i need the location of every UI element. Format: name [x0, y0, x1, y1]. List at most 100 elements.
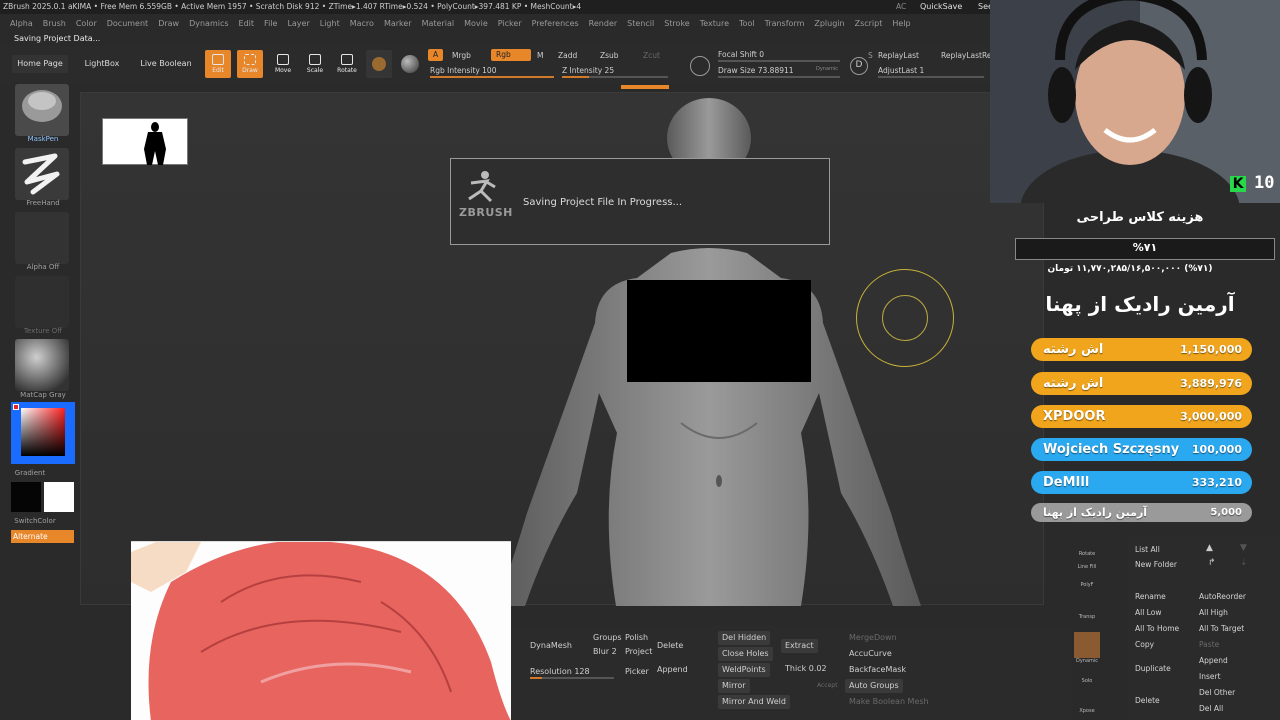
- del-all-button[interactable]: Del All: [1199, 704, 1223, 713]
- polish-toggle[interactable]: Polish: [625, 633, 648, 642]
- alpha-thumbnail[interactable]: [15, 212, 69, 264]
- secondary-color-swatch[interactable]: [11, 482, 41, 512]
- paste-button[interactable]: Paste: [1199, 640, 1219, 649]
- zcut-toggle[interactable]: Zcut: [643, 51, 660, 60]
- menu-draw[interactable]: Draw: [158, 16, 179, 31]
- append-button[interactable]: Append: [657, 665, 688, 674]
- rename-button[interactable]: Rename: [1135, 592, 1166, 601]
- menu-color[interactable]: Color: [76, 16, 97, 31]
- project-toggle[interactable]: Project: [625, 647, 652, 656]
- material-swatch[interactable]: [366, 50, 392, 78]
- m-toggle[interactable]: M: [537, 51, 543, 60]
- replaylastrel-button[interactable]: ReplayLastRel: [941, 51, 994, 60]
- del-other-button[interactable]: Del Other: [1199, 688, 1235, 697]
- move-folder-icon[interactable]: ↱: [1208, 558, 1216, 568]
- edit-mode-button[interactable]: Edit: [205, 50, 231, 78]
- dynamic-persp-button[interactable]: [1074, 632, 1100, 658]
- arrow-down-icon[interactable]: ▼: [1240, 543, 1247, 553]
- menu-brush[interactable]: Brush: [43, 16, 66, 31]
- new-folder-button[interactable]: New Folder: [1135, 560, 1177, 569]
- primary-color-swatch[interactable]: [44, 482, 74, 512]
- switchcolor-label[interactable]: SwitchColor: [0, 517, 75, 525]
- menu-picker[interactable]: Picker: [498, 16, 522, 31]
- z-intensity-slider[interactable]: [562, 76, 668, 78]
- mergedown-button[interactable]: MergeDown: [849, 633, 897, 642]
- menu-dynamics[interactable]: Dynamics: [189, 16, 228, 31]
- matcap-material-icon[interactable]: [15, 339, 69, 391]
- brush-thumbnail[interactable]: [15, 84, 69, 136]
- menu-layer[interactable]: Layer: [287, 16, 309, 31]
- draw-mode-button[interactable]: Draw: [237, 50, 263, 78]
- xpose-button[interactable]: Xpose: [1074, 694, 1100, 714]
- alternate-button[interactable]: Alternate: [11, 530, 74, 543]
- zadd-toggle[interactable]: Zadd: [558, 51, 577, 60]
- accept-button[interactable]: Accept: [817, 682, 837, 689]
- navigator-thumbnail[interactable]: [102, 118, 188, 165]
- adjustlast-slider[interactable]: [878, 76, 984, 78]
- menu-help[interactable]: Help: [892, 16, 910, 31]
- menu-document[interactable]: Document: [107, 16, 148, 31]
- texture-sphere-icon[interactable]: [401, 55, 419, 73]
- quicksave-button[interactable]: QuickSave: [920, 0, 962, 14]
- home-page-button[interactable]: Home Page: [12, 55, 68, 73]
- mirror-button[interactable]: Mirror: [718, 679, 750, 693]
- live-boolean-button[interactable]: Live Boolean: [136, 55, 196, 73]
- down-folder-icon[interactable]: ⇣: [1240, 558, 1248, 568]
- replaylast-button[interactable]: ReplayLast: [878, 51, 919, 60]
- menu-marker[interactable]: Marker: [384, 16, 412, 31]
- move-button[interactable]: Move: [270, 50, 296, 78]
- duplicate-button[interactable]: Duplicate: [1135, 664, 1171, 673]
- menu-movie[interactable]: Movie: [464, 16, 488, 31]
- ac-label[interactable]: AC: [896, 0, 906, 14]
- stroke-thumbnail[interactable]: [15, 148, 69, 200]
- resolution-slider[interactable]: Resolution 128: [530, 667, 590, 676]
- close-holes-button[interactable]: Close Holes: [718, 647, 773, 661]
- lightbox-button[interactable]: LightBox: [80, 55, 124, 73]
- rotate-view-button[interactable]: Rotate: [1074, 534, 1100, 557]
- delete-subtool-button[interactable]: Delete: [1135, 696, 1160, 705]
- menu-alpha[interactable]: Alpha: [10, 16, 33, 31]
- dynamesh-button[interactable]: DynaMesh: [530, 641, 572, 650]
- polyf-button[interactable]: PolyF: [1074, 582, 1100, 588]
- scale-button[interactable]: Scale: [302, 50, 328, 78]
- line-fill-button[interactable]: Line Fill: [1074, 564, 1100, 570]
- all-to-target-button[interactable]: All To Target: [1199, 624, 1244, 633]
- autoreorder-button[interactable]: AutoReorder: [1199, 592, 1246, 601]
- insert-button[interactable]: Insert: [1199, 672, 1221, 681]
- thick-slider[interactable]: Thick 0.02: [785, 664, 827, 673]
- menu-edit[interactable]: Edit: [239, 16, 255, 31]
- accucurve-toggle[interactable]: AccuCurve: [849, 649, 892, 658]
- rgb-toggle[interactable]: Rgb: [491, 49, 531, 61]
- solo-button[interactable]: Solo: [1074, 668, 1100, 684]
- backfacemask-toggle[interactable]: BackfaceMask: [849, 665, 906, 674]
- delete-button[interactable]: Delete: [657, 641, 683, 650]
- append-subtool-button[interactable]: Append: [1199, 656, 1228, 665]
- focal-icon[interactable]: [690, 56, 710, 76]
- rotate-button[interactable]: Rotate: [334, 50, 360, 78]
- color-picker[interactable]: [11, 402, 75, 464]
- a-toggle[interactable]: A: [428, 49, 444, 61]
- zsub-toggle[interactable]: Zsub: [600, 51, 619, 60]
- rgb-intensity-slider[interactable]: [430, 76, 554, 78]
- dynamic-size-toggle[interactable]: D: [850, 57, 868, 75]
- menu-tool[interactable]: Tool: [739, 16, 755, 31]
- color-gradient-square[interactable]: [21, 408, 65, 456]
- weldpoints-button[interactable]: WeldPoints: [718, 663, 770, 677]
- del-hidden-button[interactable]: Del Hidden: [718, 631, 771, 645]
- menu-render[interactable]: Render: [589, 16, 617, 31]
- menu-stencil[interactable]: Stencil: [627, 16, 654, 31]
- menu-material[interactable]: Material: [422, 16, 455, 31]
- menu-zscript[interactable]: Zscript: [855, 16, 883, 31]
- s-toggle[interactable]: S: [868, 51, 873, 60]
- menu-light[interactable]: Light: [320, 16, 340, 31]
- texture-thumbnail[interactable]: [15, 276, 69, 328]
- dynamic-toggle[interactable]: Dynamic: [816, 66, 838, 72]
- all-to-home-button[interactable]: All To Home: [1135, 624, 1179, 633]
- all-low-button[interactable]: All Low: [1135, 608, 1161, 617]
- mirror-and-weld-button[interactable]: Mirror And Weld: [718, 695, 790, 709]
- extract-button[interactable]: Extract: [781, 639, 818, 653]
- draw-size-slider[interactable]: [718, 76, 840, 78]
- focal-shift-slider[interactable]: [718, 60, 840, 62]
- all-high-button[interactable]: All High: [1199, 608, 1228, 617]
- list-all-button[interactable]: List All: [1135, 545, 1160, 554]
